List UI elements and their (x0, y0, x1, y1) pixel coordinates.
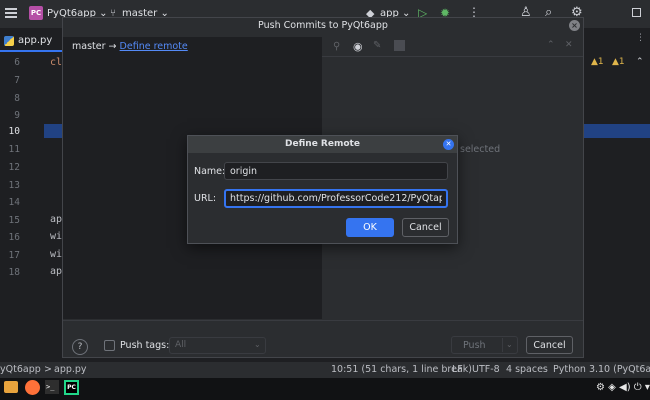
cancel-button[interactable]: Cancel (402, 218, 449, 237)
indent-setting[interactable]: 4 spaces (506, 364, 548, 375)
push-tags-checkbox[interactable] (104, 340, 115, 351)
line-number: 15 (8, 215, 20, 226)
line-number: 9 (14, 110, 20, 121)
taskbar (0, 378, 650, 400)
chevron-down-icon[interactable]: ⌄ (506, 340, 513, 349)
line-number: 8 (14, 93, 20, 104)
tags-select-value: All (175, 340, 187, 350)
python-file-icon (4, 36, 14, 46)
file-encoding[interactable]: UTF-8 (472, 364, 500, 375)
close-icon[interactable]: ✕ (443, 139, 454, 150)
line-number: 10 (8, 126, 20, 137)
current-line-highlight (584, 124, 650, 138)
code-line: cl (50, 57, 63, 68)
editor-right-strip (584, 52, 650, 356)
arrow-right-icon: → (108, 41, 117, 52)
url-label: URL: (194, 193, 217, 204)
line-number: 16 (8, 232, 20, 243)
breadcrumb-separator: > (44, 364, 52, 375)
remote-url-field[interactable] (224, 189, 448, 208)
cancel-button-label: Cancel (533, 340, 566, 351)
warning-indicator[interactable]: ▲1 (591, 57, 604, 67)
line-number: 13 (8, 180, 20, 191)
line-number: 6 (14, 57, 20, 68)
expand-all-icon[interactable]: ⌃ (547, 40, 555, 50)
chevron-up-icon[interactable]: ⌃ (636, 57, 644, 67)
help-button[interactable]: ? (72, 339, 88, 355)
status-file[interactable]: app.py (54, 364, 87, 375)
firefox-icon[interactable] (25, 380, 40, 395)
chevron-down-icon: ⌄ (254, 340, 261, 349)
warning-indicator[interactable]: ▲1 (612, 57, 625, 67)
pin-icon[interactable]: ⚲ (333, 41, 340, 52)
status-project[interactable]: yQt6app (0, 364, 41, 375)
line-ending[interactable]: LF (452, 364, 463, 375)
system-tray[interactable]: ⚙ ◈ ◀) ⏻ ▾ (596, 382, 650, 393)
push-button-label: Push (463, 340, 486, 351)
push-button-divider (502, 338, 503, 352)
line-number: 14 (8, 197, 20, 208)
name-label: Name: (194, 166, 226, 177)
close-icon[interactable]: × (569, 20, 580, 31)
eye-icon[interactable]: ◉ (353, 40, 363, 53)
ok-button[interactable]: OK (346, 218, 394, 237)
line-number: 18 (8, 267, 20, 278)
code-line: wi (50, 231, 63, 242)
terminal-icon[interactable]: >_ (45, 380, 59, 394)
push-target-row: master → Define remote (72, 41, 188, 52)
line-number: 12 (8, 162, 20, 173)
no-commits-selected-text: selected (460, 144, 501, 155)
current-line-highlight (44, 124, 62, 138)
hamburger-menu-icon[interactable] (5, 8, 17, 18)
define-remote-link[interactable]: Define remote (120, 41, 188, 52)
more-tabs-icon[interactable]: ⋮ (636, 33, 645, 43)
remote-name-field[interactable] (224, 162, 448, 180)
diff-icon[interactable] (394, 40, 405, 51)
push-tags-label: Push tags: (120, 340, 170, 351)
editor-tab-label: app.py (18, 35, 53, 46)
branch-label: master (72, 41, 106, 52)
folder-icon[interactable] (4, 381, 18, 393)
line-number: 7 (14, 75, 20, 86)
pycharm-icon[interactable]: PC (64, 380, 79, 395)
project-badge: PC (29, 6, 43, 20)
restore-window-icon[interactable] (632, 8, 641, 17)
pencil-icon[interactable]: ✎ (373, 40, 381, 51)
line-number: 17 (8, 250, 20, 261)
collapse-all-icon[interactable]: ✕ (565, 40, 573, 50)
code-line: ap (50, 266, 63, 277)
dialog-title: Push Commits to PyQt6app (258, 20, 388, 31)
code-line: wi (50, 249, 63, 260)
code-line: ap (50, 214, 63, 225)
line-number: 11 (8, 144, 20, 155)
cursor-position[interactable]: 10:51 (51 chars, 1 line break) (331, 364, 472, 375)
dialog-title: Define Remote (285, 139, 360, 149)
python-interpreter[interactable]: Python 3.10 (PyQt6app) (553, 364, 650, 375)
